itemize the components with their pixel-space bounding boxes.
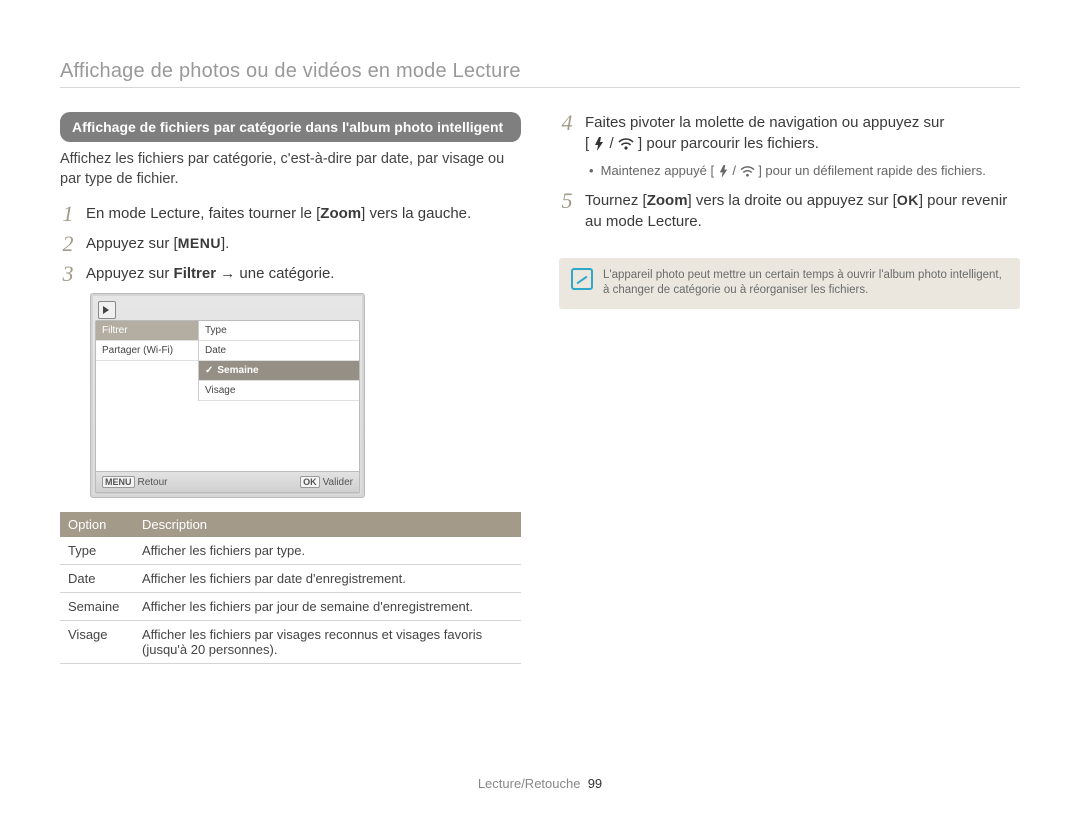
- step-number: 4: [559, 112, 575, 134]
- col-header-option: Option: [60, 512, 134, 537]
- page-footer: Lecture/Retouche 99: [0, 776, 1080, 791]
- step-4-bullet: • Maintenez appuyé [ / ] pour un défilem…: [589, 162, 1020, 180]
- ok-label: OK: [897, 193, 919, 207]
- table-row: SemaineAfficher les fichiers par jour de…: [60, 593, 521, 621]
- col-header-description: Description: [134, 512, 521, 537]
- step-2: 2 Appuyez sur [MENU].: [60, 233, 521, 255]
- note-box: L'appareil photo peut mettre un certain …: [559, 258, 1020, 309]
- note-text: L'appareil photo peut mettre un certain …: [603, 268, 1008, 299]
- camera-screen-mock: Filtrer Partager (Wi-Fi) Type Date Semai…: [90, 293, 365, 498]
- table-row: VisageAfficher les fichiers par visages …: [60, 621, 521, 664]
- option-visage: Visage: [199, 381, 359, 401]
- menu-label: MENU: [178, 236, 221, 250]
- table-row: DateAfficher les fichiers par date d'enr…: [60, 565, 521, 593]
- option-semaine-selected: Semaine: [199, 361, 359, 381]
- footer-section: Lecture/Retouche: [478, 776, 581, 791]
- menu-badge: MENU: [102, 476, 135, 488]
- right-column: 4 Faites pivoter la molette de navigatio…: [559, 112, 1020, 664]
- flash-icon: [593, 137, 605, 151]
- footer-valider: OKValider: [300, 476, 353, 488]
- page-number: 99: [588, 776, 602, 791]
- option-date: Date: [199, 341, 359, 361]
- wifi-icon: [740, 165, 755, 178]
- step-number: 2: [60, 233, 76, 255]
- option-type: Type: [199, 321, 359, 341]
- step-1: 1 En mode Lecture, faites tourner le [Zo…: [60, 203, 521, 225]
- footer-retour: MENURetour: [102, 476, 168, 488]
- section-intro: Affichez les fichiers par catégorie, c'e…: [60, 150, 521, 189]
- step-text: Appuyez sur Filtrer → une catégorie.: [86, 263, 521, 284]
- step-number: 3: [60, 263, 76, 285]
- step-text: Faites pivoter la molette de navigation …: [585, 112, 1020, 154]
- section-heading: Affichage de fichiers par catégorie dans…: [60, 112, 521, 142]
- options-table: Option Description TypeAfficher les fich…: [60, 512, 521, 664]
- left-column: Affichage de fichiers par catégorie dans…: [60, 112, 521, 664]
- ok-badge: OK: [300, 476, 320, 488]
- step-text: Appuyez sur [MENU].: [86, 233, 521, 254]
- step-4: 4 Faites pivoter la molette de navigatio…: [559, 112, 1020, 154]
- step-text: Tournez [Zoom] vers la droite ou appuyez…: [585, 190, 1020, 232]
- step-number: 5: [559, 190, 575, 212]
- table-row: TypeAfficher les fichiers par type.: [60, 537, 521, 565]
- flash-icon: [718, 165, 729, 178]
- step-number: 1: [60, 203, 76, 225]
- wifi-icon: [618, 137, 634, 151]
- step-text: En mode Lecture, faites tourner le [Zoom…: [86, 203, 521, 224]
- step-5: 5 Tournez [Zoom] vers la droite ou appuy…: [559, 190, 1020, 232]
- step-3: 3 Appuyez sur Filtrer → une catégorie.: [60, 263, 521, 285]
- note-icon: [571, 268, 593, 290]
- play-icon: [98, 301, 116, 319]
- menu-item-partager: Partager (Wi-Fi): [96, 341, 198, 361]
- menu-item-filtrer: Filtrer: [96, 321, 198, 341]
- page-title: Affichage de photos ou de vidéos en mode…: [60, 60, 1020, 88]
